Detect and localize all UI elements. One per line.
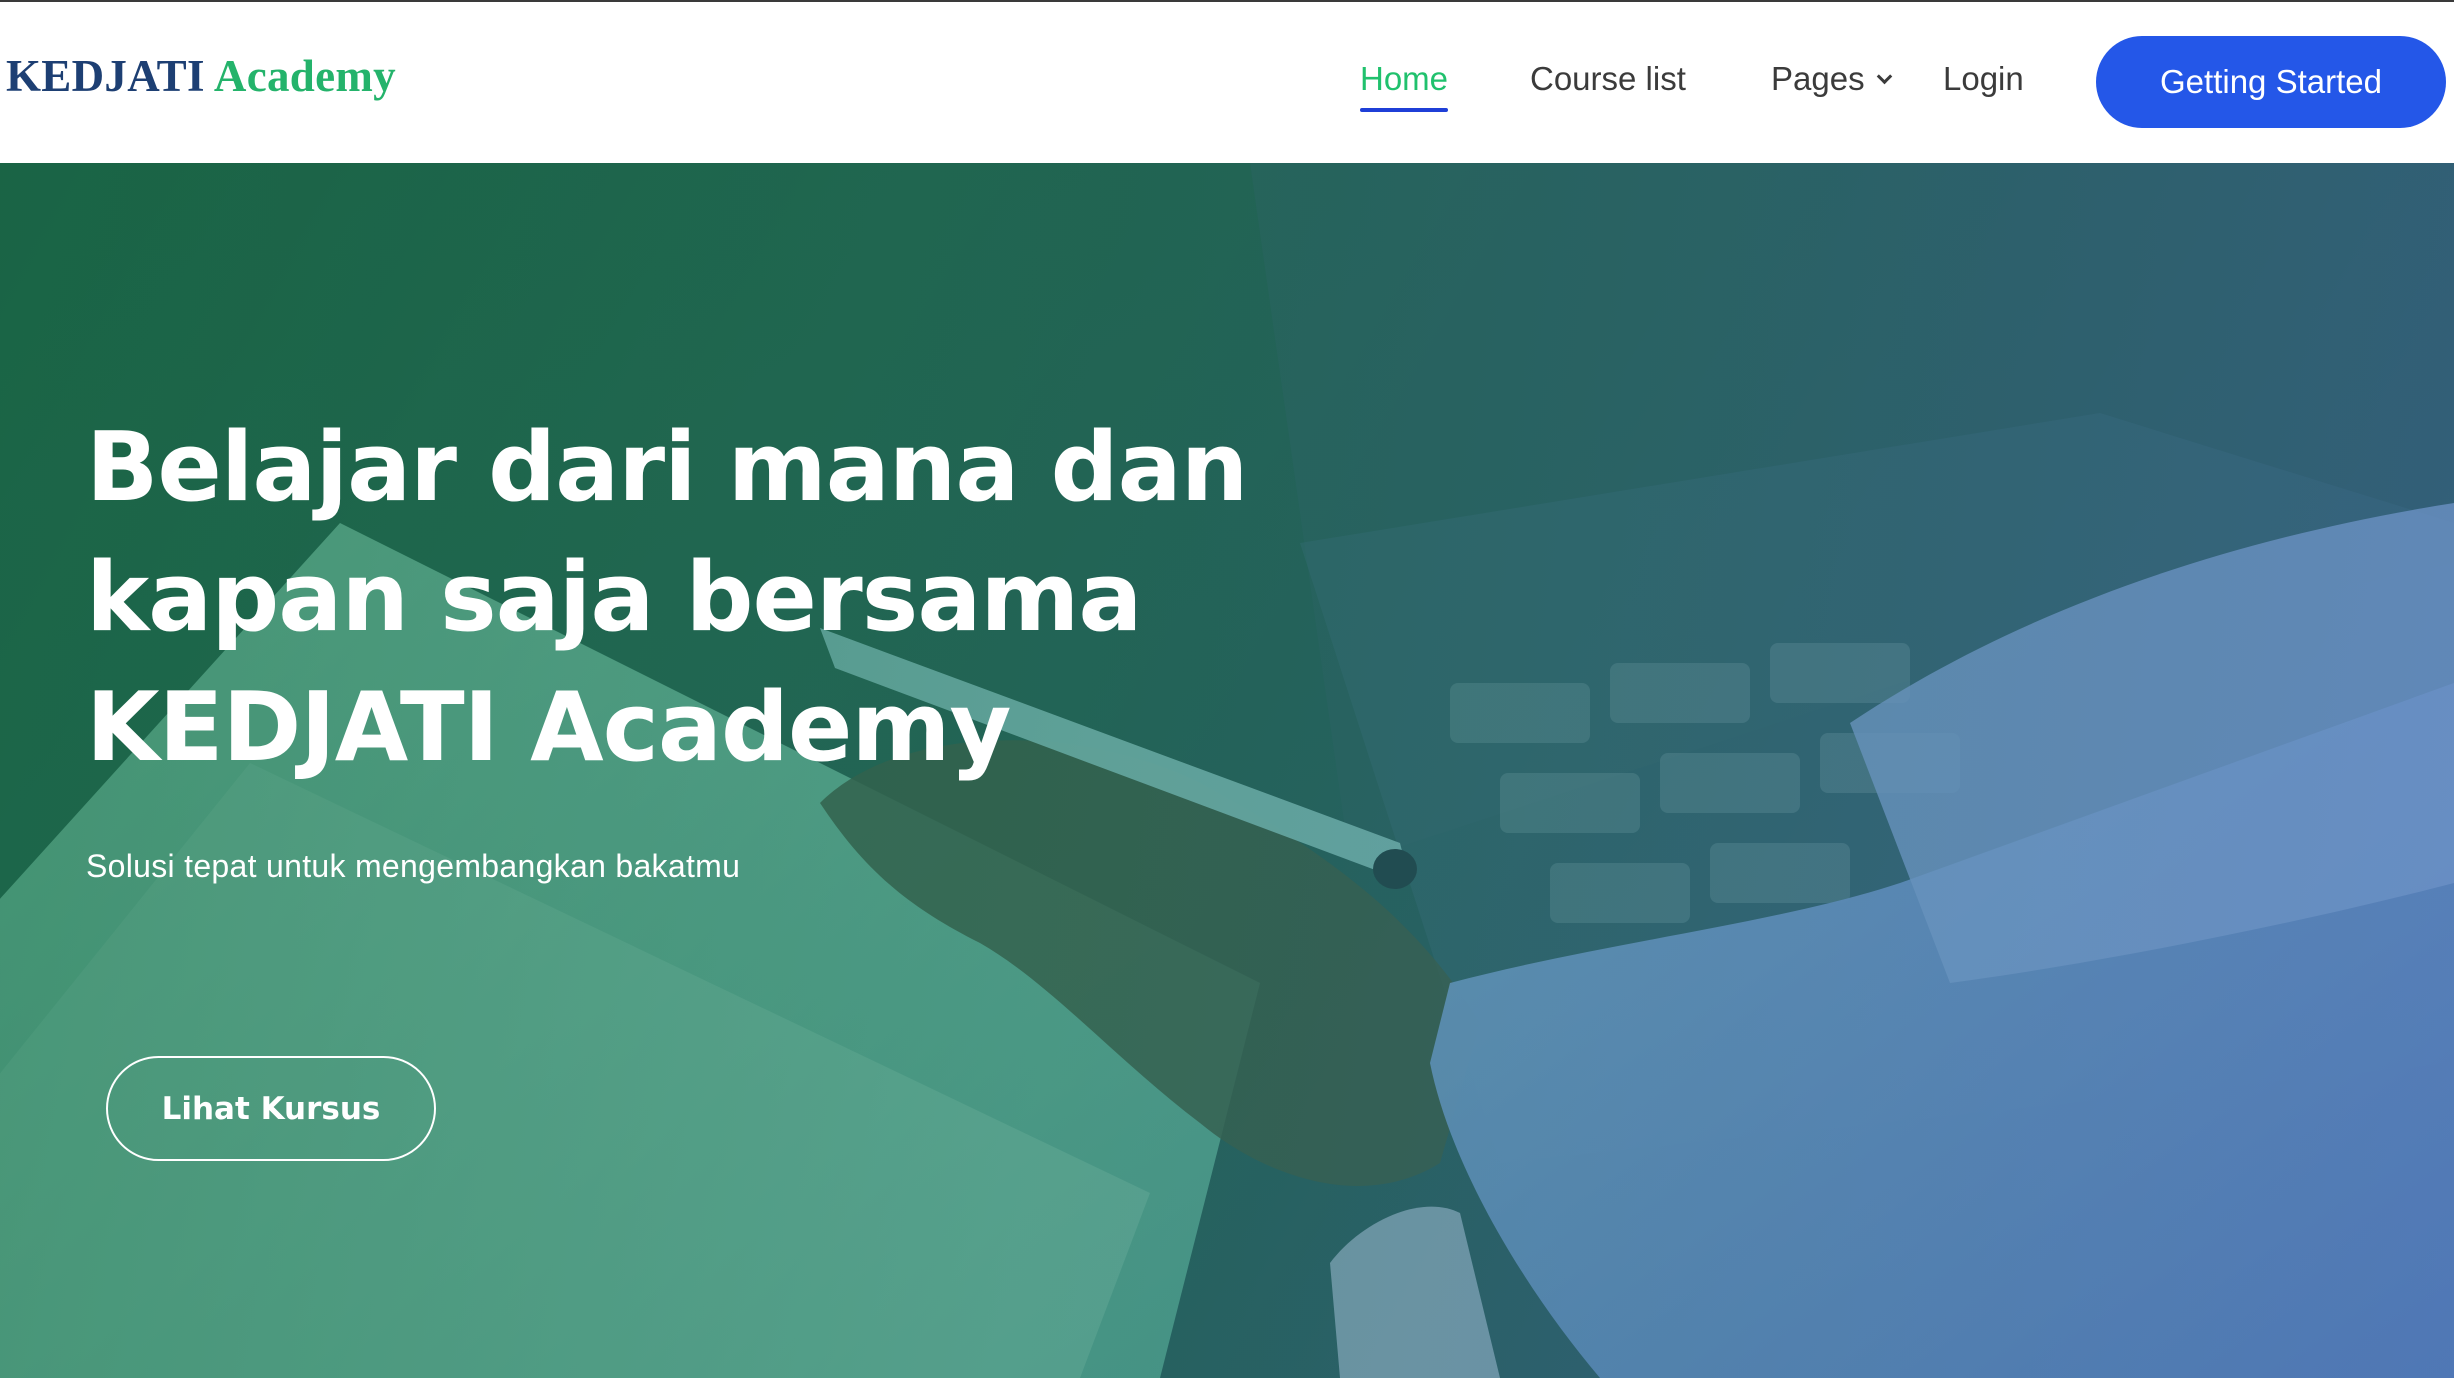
hero-title: Belajar dari mana dan kapan saja bersama… — [86, 403, 1386, 793]
hero-title-line-1: Belajar dari mana dan — [86, 413, 1248, 523]
nav-home-link[interactable]: Home — [1360, 60, 1449, 112]
hero-title-line-2: kapan saja bersama — [86, 543, 1143, 653]
hero-section: Belajar dari mana dan kapan saja bersama… — [0, 163, 2454, 1378]
brand-name-primary: KEDJATI — [6, 51, 205, 101]
nav-pages-dropdown[interactable]: Pages — [1771, 60, 1892, 98]
nav-login-link[interactable]: Login — [1943, 60, 2024, 98]
brand-logo[interactable]: KEDJATI Academy — [6, 50, 396, 102]
hero-subtitle: Solusi tepat untuk mengembangkan bakatmu — [86, 848, 741, 884]
site-header: KEDJATI Academy Home Course list Pages L… — [0, 2, 2454, 163]
hero-title-line-3: KEDJATI Academy — [86, 673, 1011, 783]
nav-course-list-link[interactable]: Course list — [1530, 60, 1686, 98]
nav-pages-label: Pages — [1771, 60, 1865, 97]
getting-started-button[interactable]: Getting Started — [2096, 36, 2446, 128]
brand-name-accent: Academy — [213, 51, 396, 101]
view-courses-button[interactable]: Lihat Kursus — [106, 1056, 436, 1161]
chevron-down-icon — [1876, 68, 1892, 85]
